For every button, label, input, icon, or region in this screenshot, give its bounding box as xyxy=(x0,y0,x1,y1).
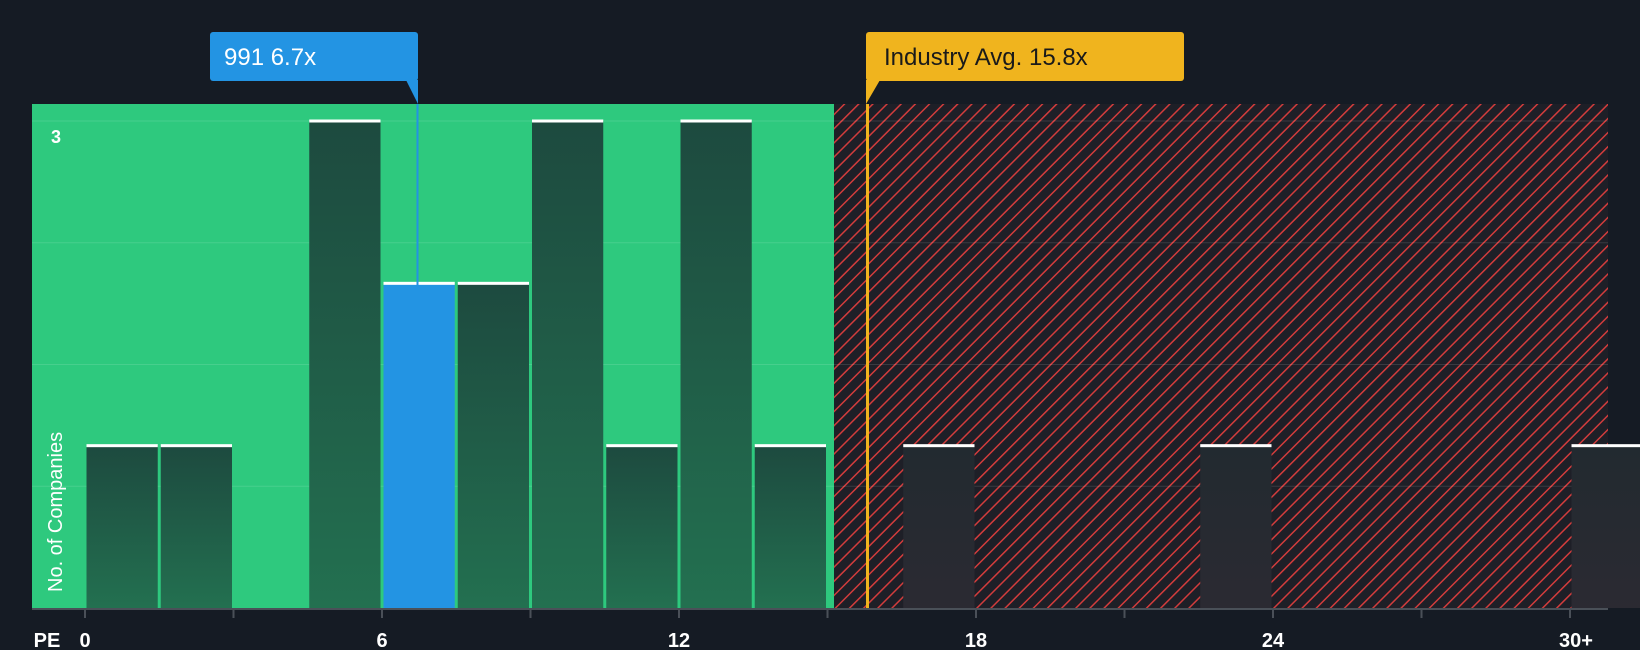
bar-cap xyxy=(457,281,529,285)
bar-cap xyxy=(86,444,158,448)
bar-cap xyxy=(606,444,678,448)
industry-avg-callout-pointer xyxy=(866,80,880,104)
y-tick-label-3: 3 xyxy=(51,127,61,147)
bar-cap xyxy=(532,119,604,123)
bar-cap xyxy=(1571,444,1640,448)
company-callout-label: 991 6.7x xyxy=(224,44,316,71)
industry-avg-callout-label: Industry Avg. 15.8x xyxy=(884,44,1088,71)
bar xyxy=(903,445,975,608)
x-tick-label: 24 xyxy=(1262,630,1285,650)
x-axis-label: PE xyxy=(34,630,61,650)
x-tick-label: 30+ xyxy=(1559,630,1593,650)
x-tick-label: 12 xyxy=(668,630,690,650)
bar xyxy=(1200,445,1272,608)
bar xyxy=(680,121,752,608)
bar xyxy=(86,445,158,608)
bar-cap xyxy=(383,281,455,285)
industry-callout: Industry Avg. 15.8x xyxy=(866,32,1184,104)
pe-ratio-histogram: 0 6 12 18 24 30+ 3 No. of Companies PE 991 6.… xyxy=(32,32,1640,650)
bar-cap xyxy=(1200,444,1272,448)
bar xyxy=(457,283,529,608)
bar-cap xyxy=(309,119,381,123)
bar xyxy=(1571,445,1640,608)
y-axis-label: No. of Companies xyxy=(45,432,67,592)
company-callout: 991 6.7x xyxy=(210,32,418,104)
bar xyxy=(160,445,232,608)
bar-cap xyxy=(680,119,752,123)
bar-cap xyxy=(903,444,975,448)
x-axis: 0 6 12 18 24 30+ xyxy=(32,608,1608,650)
company-callout-pointer xyxy=(406,80,418,104)
x-tick-label: 18 xyxy=(965,630,987,650)
bar xyxy=(754,445,826,608)
bar-cap xyxy=(754,444,826,448)
x-tick-label: 0 xyxy=(79,630,90,650)
bar xyxy=(606,445,678,608)
x-tick-label: 6 xyxy=(376,630,387,650)
bar-cap xyxy=(160,444,232,448)
bar xyxy=(309,121,381,608)
bar xyxy=(532,121,604,608)
bar-highlighted xyxy=(383,283,455,608)
